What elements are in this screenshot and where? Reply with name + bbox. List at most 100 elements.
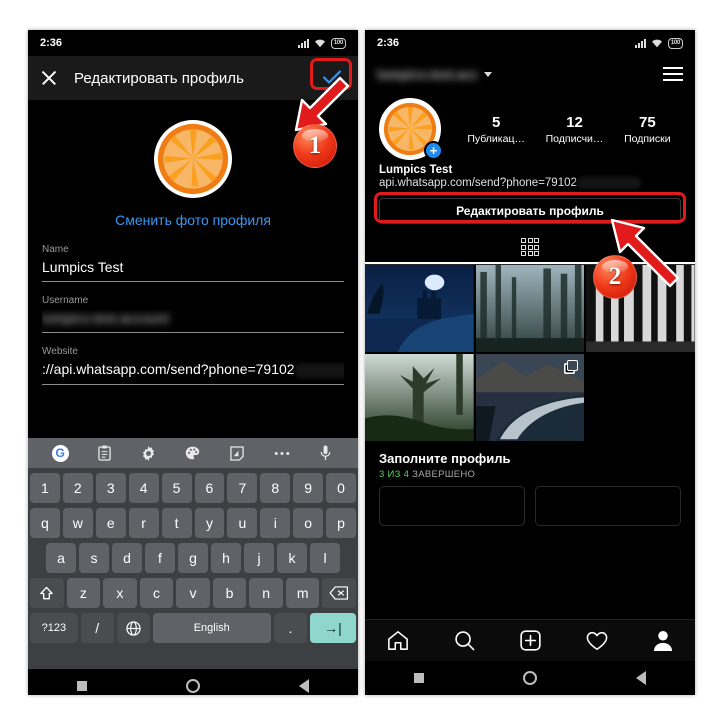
recents-icon[interactable] xyxy=(77,681,88,691)
avatar[interactable] xyxy=(154,120,232,198)
key-p[interactable]: p xyxy=(326,508,357,538)
key-v[interactable]: v xyxy=(176,578,210,608)
key-n[interactable]: n xyxy=(249,578,283,608)
photo-thumbnail[interactable] xyxy=(475,354,585,442)
key-e[interactable]: e xyxy=(95,508,126,538)
shift-icon[interactable] xyxy=(29,578,64,608)
keyboard-row-zxcv: z x c v b n m xyxy=(29,578,357,608)
key-l[interactable]: l xyxy=(310,543,340,573)
key-b[interactable]: b xyxy=(212,578,247,608)
username-field[interactable]: Username lumpics.test.account xyxy=(42,295,344,333)
close-icon[interactable] xyxy=(40,69,58,87)
globe-icon[interactable] xyxy=(116,613,150,643)
battery-icon: 100 xyxy=(330,37,346,49)
heart-icon[interactable] xyxy=(586,631,608,651)
on-screen-keyboard[interactable]: G 1 2 3 4 5 6 7 8 9 0 q w e r t y u i o … xyxy=(28,438,358,669)
foggy-tree-photo xyxy=(365,354,474,442)
key-u[interactable]: u xyxy=(227,508,258,538)
key-i[interactable]: i xyxy=(260,508,291,538)
profile-icon[interactable] xyxy=(653,630,673,651)
wifi-icon xyxy=(314,39,325,48)
key-a[interactable]: a xyxy=(46,543,76,573)
complete-profile-cards xyxy=(365,486,695,527)
search-icon[interactable] xyxy=(454,630,475,651)
photo-thumbnail[interactable] xyxy=(365,354,474,442)
profile-avatar[interactable]: + xyxy=(379,98,443,160)
username-dropdown[interactable]: lumpics.test.acc xyxy=(377,66,493,82)
back-icon[interactable] xyxy=(635,671,646,685)
profile-website-redaction: xxxxxxx xyxy=(576,177,641,189)
backspace-icon[interactable] xyxy=(322,578,357,608)
key-0[interactable]: 0 xyxy=(326,473,357,503)
change-photo-link[interactable]: Сменить фото профиля xyxy=(28,212,358,228)
key-5[interactable]: 5 xyxy=(161,473,192,503)
slash-key[interactable]: / xyxy=(80,613,114,643)
plus-badge-icon[interactable]: + xyxy=(424,141,443,160)
profile-task-card[interactable] xyxy=(535,486,681,527)
orange-slice-icon xyxy=(154,120,232,198)
key-h[interactable]: h xyxy=(211,543,241,573)
key-m[interactable]: m xyxy=(285,578,320,608)
key-j[interactable]: j xyxy=(244,543,274,573)
sticker-icon[interactable] xyxy=(215,445,259,461)
profile-task-card[interactable] xyxy=(379,486,525,527)
keyboard-row-numbers: 1 2 3 4 5 6 7 8 9 0 xyxy=(29,473,357,503)
home-icon[interactable] xyxy=(185,679,200,693)
key-o[interactable]: o xyxy=(293,508,324,538)
key-9[interactable]: 9 xyxy=(293,473,324,503)
key-2[interactable]: 2 xyxy=(62,473,93,503)
photo-thumbnail[interactable] xyxy=(475,265,585,353)
account-username: lumpics.test.acc xyxy=(377,66,479,82)
key-y[interactable]: y xyxy=(194,508,225,538)
photo-thumbnail[interactable] xyxy=(365,265,474,353)
key-q[interactable]: q xyxy=(29,508,60,538)
key-k[interactable]: k xyxy=(277,543,307,573)
name-value: Lumpics Test xyxy=(42,259,344,282)
key-r[interactable]: r xyxy=(128,508,159,538)
key-4[interactable]: 4 xyxy=(128,473,159,503)
key-6[interactable]: 6 xyxy=(194,473,225,503)
google-icon[interactable]: G xyxy=(38,444,82,462)
key-w[interactable]: w xyxy=(62,508,93,538)
edit-profile-app-bar: Редактировать профиль xyxy=(28,56,358,100)
website-field[interactable]: Website ://api.whatsapp.com/send?phone=7… xyxy=(42,346,344,385)
back-icon[interactable] xyxy=(298,679,309,693)
key-3[interactable]: 3 xyxy=(95,473,126,503)
name-label: Name xyxy=(42,244,69,255)
grid-icon xyxy=(521,238,539,257)
chevron-down-icon xyxy=(484,71,493,77)
clipboard-icon[interactable] xyxy=(82,445,126,461)
enter-key[interactable]: →| xyxy=(309,613,356,643)
website-redaction: xxxxxxxx xyxy=(294,362,344,378)
palette-icon[interactable] xyxy=(171,446,215,460)
stat-following[interactable]: 75 Подписки xyxy=(624,114,671,145)
key-d[interactable]: d xyxy=(112,543,142,573)
space-key[interactable]: English xyxy=(152,613,271,643)
name-field[interactable]: Name Lumpics Test xyxy=(42,244,344,282)
home-icon[interactable] xyxy=(522,671,537,685)
add-post-icon[interactable] xyxy=(520,630,541,651)
stat-followers[interactable]: 12 Подписчи… xyxy=(546,114,604,145)
key-s[interactable]: s xyxy=(79,543,109,573)
tab-grid[interactable] xyxy=(365,232,695,265)
stat-posts[interactable]: 5 Публикац… xyxy=(467,114,525,145)
key-t[interactable]: t xyxy=(161,508,192,538)
home-icon[interactable] xyxy=(387,630,409,651)
key-g[interactable]: g xyxy=(178,543,208,573)
gear-icon[interactable] xyxy=(127,445,171,461)
key-1[interactable]: 1 xyxy=(29,473,60,503)
profile-website-link[interactable]: api.whatsapp.com/send?phone=79102xxxxxxx xyxy=(379,177,681,189)
key-z[interactable]: z xyxy=(66,578,101,608)
key-c[interactable]: c xyxy=(139,578,174,608)
more-icon[interactable] xyxy=(259,451,303,456)
key-f[interactable]: f xyxy=(145,543,175,573)
key-x[interactable]: x xyxy=(103,578,137,608)
recents-icon[interactable] xyxy=(414,673,425,683)
keyboard-rows: 1 2 3 4 5 6 7 8 9 0 q w e r t y u i o p … xyxy=(28,468,358,653)
symbols-key[interactable]: ?123 xyxy=(30,613,78,643)
key-7[interactable]: 7 xyxy=(227,473,258,503)
key-8[interactable]: 8 xyxy=(260,473,291,503)
hamburger-icon[interactable] xyxy=(663,67,683,81)
microphone-icon[interactable] xyxy=(304,445,348,461)
period-key[interactable]: . xyxy=(274,613,307,643)
